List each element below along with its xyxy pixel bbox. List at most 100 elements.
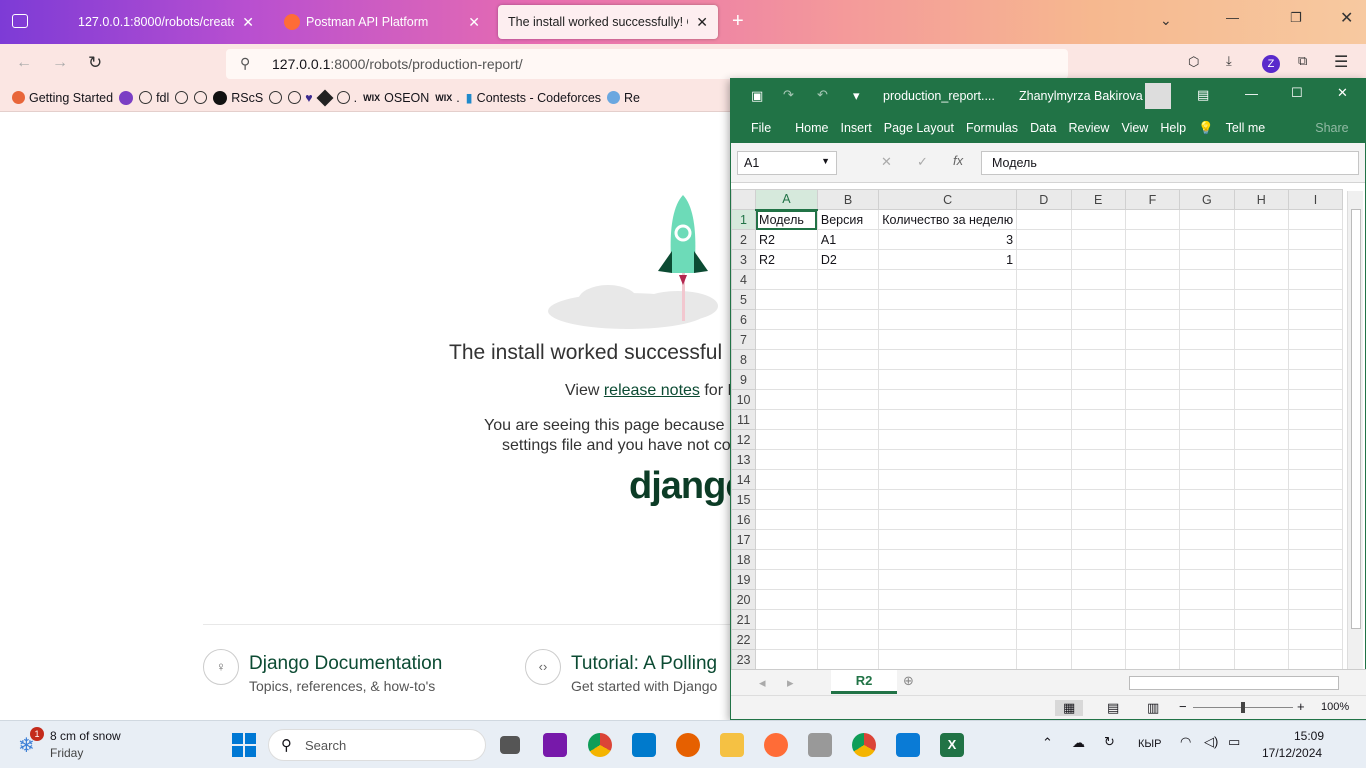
maximize-button[interactable]: ☐: [1291, 85, 1303, 101]
cell-a18[interactable]: [755, 549, 818, 570]
bookmark-getting-started[interactable]: Getting Started: [12, 91, 113, 105]
cell-b10[interactable]: [816, 389, 880, 410]
calculator-icon[interactable]: [896, 733, 920, 757]
cell-a6[interactable]: [755, 309, 818, 330]
cell-g8[interactable]: [1179, 349, 1235, 370]
tab-django-install[interactable]: The install worked successfully! Con ✕: [498, 5, 718, 39]
cell-d6[interactable]: [1016, 309, 1072, 330]
cell-i13[interactable]: [1288, 449, 1343, 470]
postman-icon[interactable]: [764, 733, 788, 757]
cell-f17[interactable]: [1124, 529, 1181, 550]
cell-a5[interactable]: [755, 289, 818, 310]
cell-d23[interactable]: [1016, 649, 1072, 669]
cell-i18[interactable]: [1288, 549, 1343, 570]
cell-d9[interactable]: [1016, 369, 1072, 390]
row-header[interactable]: 8: [731, 349, 757, 370]
cell-g3[interactable]: [1179, 249, 1235, 270]
ribbon-tab-view[interactable]: View: [1115, 121, 1154, 135]
onedrive-icon[interactable]: ☁: [1072, 735, 1085, 751]
bookmark-oseon[interactable]: WIX OSEON: [363, 91, 429, 105]
cell-b1[interactable]: Версия: [816, 209, 880, 230]
profile-avatar[interactable]: Z: [1262, 55, 1280, 73]
cell-a11[interactable]: [755, 409, 818, 430]
cell-i11[interactable]: [1288, 409, 1343, 430]
cell-h21[interactable]: [1233, 609, 1290, 630]
cell-b12[interactable]: [816, 429, 880, 450]
cell-b7[interactable]: [816, 329, 880, 350]
excel-icon[interactable]: X: [940, 733, 964, 757]
cell-f7[interactable]: [1124, 329, 1181, 350]
row-header[interactable]: 15: [731, 489, 757, 510]
column-header-c[interactable]: C: [878, 189, 1018, 210]
bookmark-re[interactable]: Re: [607, 91, 640, 105]
cell-h18[interactable]: [1233, 549, 1290, 570]
cell-a17[interactable]: [755, 529, 818, 550]
row-header[interactable]: 16: [731, 509, 757, 530]
cell-i9[interactable]: [1288, 369, 1343, 390]
cell-e19[interactable]: [1070, 569, 1126, 590]
cell-b14[interactable]: [816, 469, 880, 490]
cell-g10[interactable]: [1179, 389, 1235, 410]
cell-d20[interactable]: [1016, 589, 1072, 610]
cell-g21[interactable]: [1179, 609, 1235, 630]
cell-b4[interactable]: [816, 269, 880, 290]
cell-c15[interactable]: [878, 489, 1018, 510]
cell-a21[interactable]: [755, 609, 818, 630]
cell-g14[interactable]: [1179, 469, 1235, 490]
pen-tool-icon[interactable]: [808, 733, 832, 757]
minimize-button[interactable]: —: [1245, 86, 1258, 101]
cell-d15[interactable]: [1016, 489, 1072, 510]
spreadsheet-grid[interactable]: ABCDEFGHI 1 Модель Версия Количество за нед…: [731, 189, 1343, 669]
cell-e17[interactable]: [1070, 529, 1126, 550]
cell-a19[interactable]: [755, 569, 818, 590]
cell-a3[interactable]: R2: [755, 249, 818, 270]
cell-i1[interactable]: [1288, 209, 1343, 230]
task-view-icon[interactable]: [500, 736, 520, 754]
bookmark-heart[interactable]: ♥: [288, 91, 313, 105]
cell-i4[interactable]: [1288, 269, 1343, 290]
cell-c20[interactable]: [878, 589, 1018, 610]
sync-icon[interactable]: ↻: [1104, 734, 1115, 750]
cell-a7[interactable]: [755, 329, 818, 350]
column-header-f[interactable]: F: [1124, 189, 1181, 210]
cell-g4[interactable]: [1179, 269, 1235, 290]
zoom-slider[interactable]: [1193, 702, 1293, 713]
bookmark-rscs[interactable]: RScS: [213, 90, 263, 105]
cell-h22[interactable]: [1233, 629, 1290, 650]
cell-g13[interactable]: [1179, 449, 1235, 470]
cell-g22[interactable]: [1179, 629, 1235, 650]
redo-icon[interactable]: ↷: [783, 87, 794, 103]
user-avatar[interactable]: [1145, 83, 1171, 109]
column-header-e[interactable]: E: [1070, 189, 1126, 210]
restore-button[interactable]: ❐: [1290, 10, 1302, 26]
cell-b22[interactable]: [816, 629, 880, 650]
show-hidden-icons-chevron-icon[interactable]: ⌃: [1042, 735, 1053, 751]
cell-d11[interactable]: [1016, 409, 1072, 430]
cell-c19[interactable]: [878, 569, 1018, 590]
cell-d12[interactable]: [1016, 429, 1072, 450]
bookmark-wix-2[interactable]: WIX.: [435, 91, 459, 105]
tutorial-link-title[interactable]: Tutorial: A Polling: [571, 653, 717, 675]
cell-b18[interactable]: [816, 549, 880, 570]
zoom-slider-thumb[interactable]: [1241, 702, 1245, 713]
cell-i7[interactable]: [1288, 329, 1343, 350]
cell-h19[interactable]: [1233, 569, 1290, 590]
ribbon-tab-file[interactable]: File: [731, 121, 789, 135]
back-icon[interactable]: ←: [16, 54, 32, 72]
horizontal-scrollbar[interactable]: [1129, 676, 1339, 690]
cell-c18[interactable]: [878, 549, 1018, 570]
cell-f19[interactable]: [1124, 569, 1181, 590]
cell-b3[interactable]: D2: [816, 249, 880, 270]
cell-a15[interactable]: [755, 489, 818, 510]
cell-d13[interactable]: [1016, 449, 1072, 470]
language-indicator[interactable]: КЫР: [1138, 738, 1161, 750]
volume-icon[interactable]: ◁): [1204, 734, 1218, 750]
close-icon[interactable]: ✕: [468, 14, 480, 31]
cell-e10[interactable]: [1070, 389, 1126, 410]
undo-icon[interactable]: ↶: [817, 87, 828, 103]
cell-h23[interactable]: [1233, 649, 1290, 669]
cell-i15[interactable]: [1288, 489, 1343, 510]
taskbar-search[interactable]: ⚲ Search: [268, 729, 486, 761]
cell-a16[interactable]: [755, 509, 818, 530]
download-icon[interactable]: ⤓: [1226, 53, 1232, 69]
